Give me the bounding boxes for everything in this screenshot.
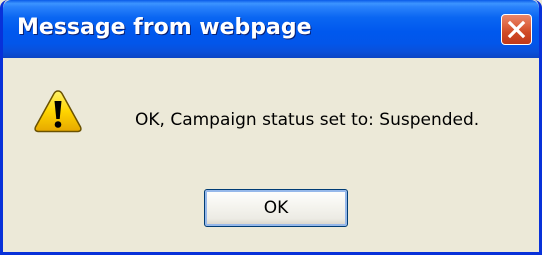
dialog-title: Message from webpage [17,15,312,40]
ok-button[interactable]: OK [204,189,348,227]
message-dialog: Message from webpage OK, Campaign status… [0,0,542,255]
close-button[interactable] [501,14,532,45]
warning-icon [34,90,82,133]
dialog-message: OK, Campaign status set to: Suspended. [135,110,480,130]
title-bar[interactable]: Message from webpage [3,0,539,58]
close-icon [507,20,526,39]
